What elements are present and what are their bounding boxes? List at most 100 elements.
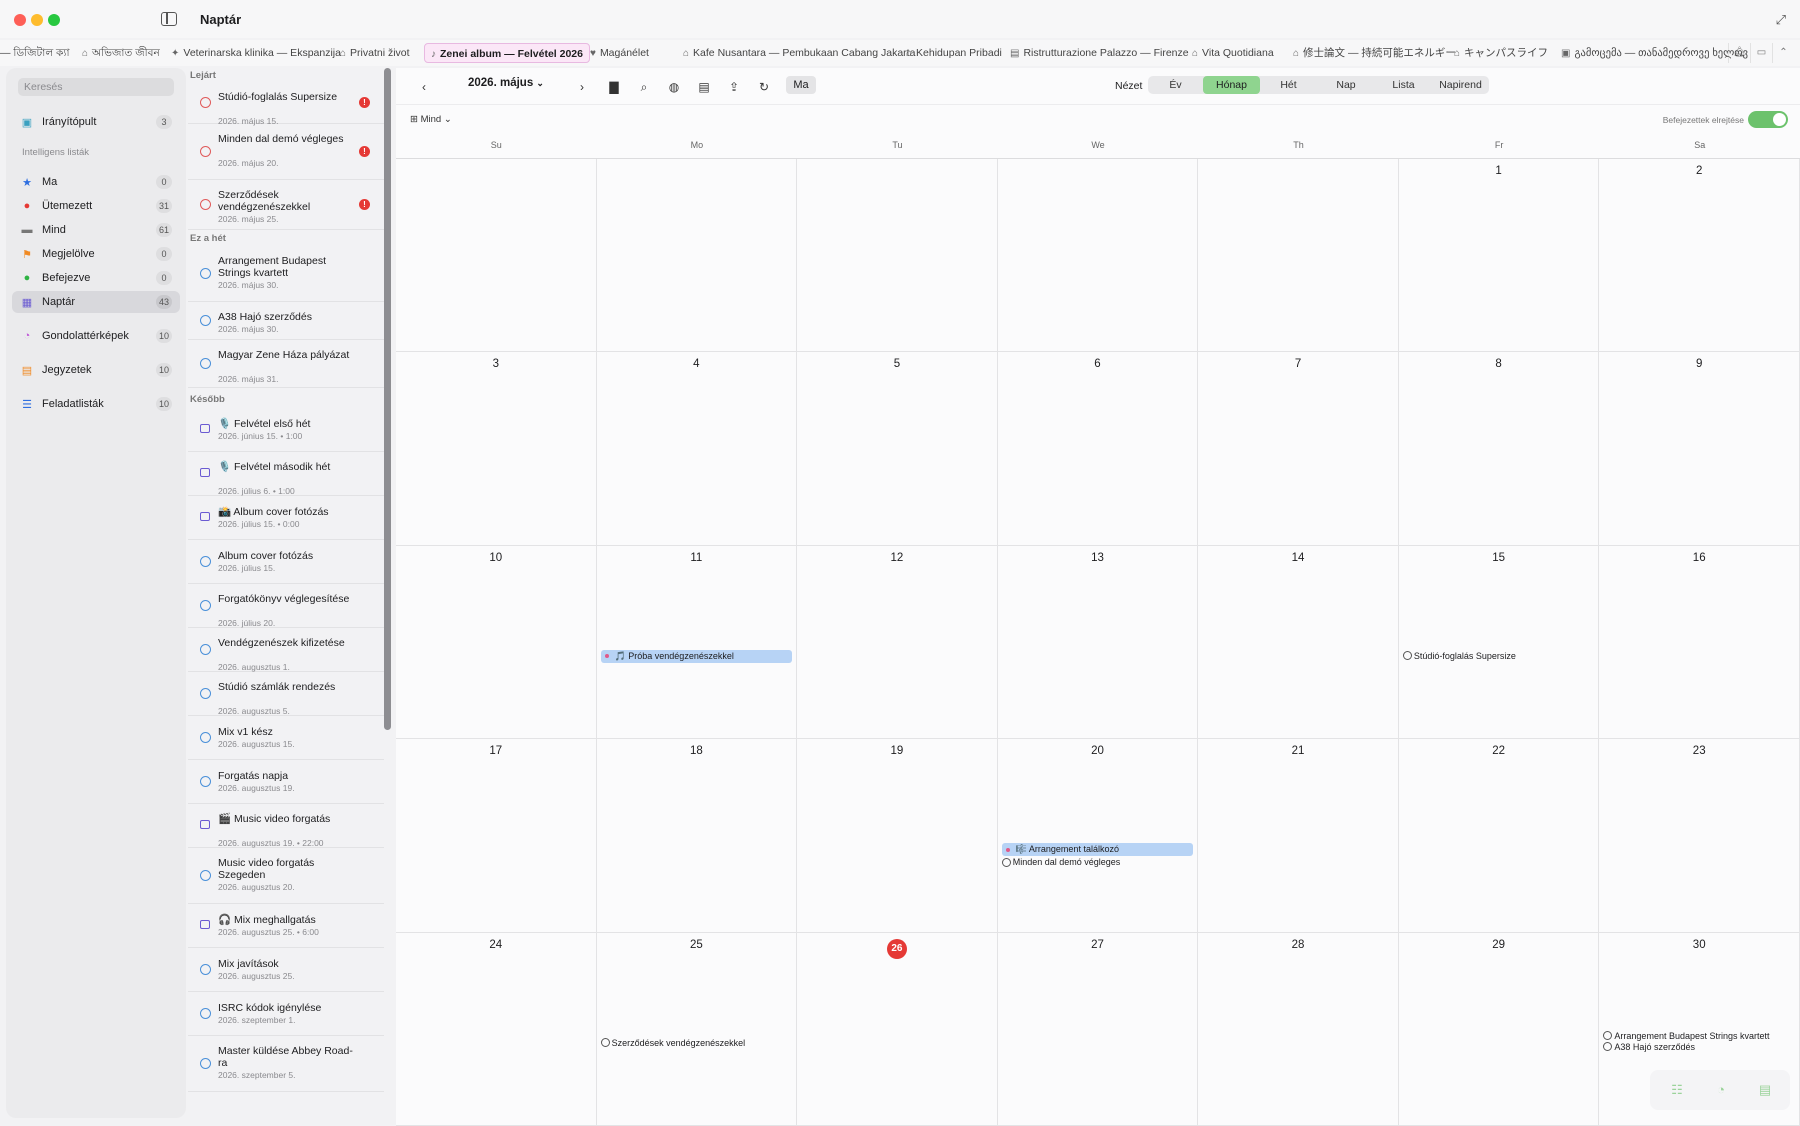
task-row[interactable]: Szerződések vendégzenészekkel 2026. május… <box>188 180 384 230</box>
task-circle-icon[interactable] <box>200 1008 211 1019</box>
tab-project[interactable]: ▣ გამოცემა — თანამედროვე ხელოვ <box>1555 43 1748 63</box>
task-row[interactable]: Stúdió számlák rendezés 2026. augusztus 5… <box>188 672 384 716</box>
task-circle-icon[interactable] <box>200 964 211 975</box>
view-tab-5[interactable]: Napirend <box>1432 76 1489 94</box>
tab-project[interactable]: — ডিজিটাল ক্যা <box>0 43 76 63</box>
tab-project[interactable]: ♥ Magánélet <box>584 43 655 63</box>
sidebar-item-dashboard[interactable]: ▣ Irányítópult 3 <box>12 111 180 133</box>
task-circle-icon[interactable] <box>200 688 211 699</box>
tab-project[interactable]: ⌂ Kehidupan Pribadi <box>900 43 1008 63</box>
sidebar-item-other-0[interactable]: ◔ Gondolattérképek 10 <box>12 325 180 347</box>
task-circle-icon[interactable] <box>200 600 211 611</box>
sidebar-item-0[interactable]: ★ Ma 0 <box>12 171 180 193</box>
view-tab-0[interactable]: Év <box>1148 76 1203 94</box>
tab-project[interactable]: ⌂ Kafe Nusantara — Pembukaan Cabang Jakar… <box>677 43 921 63</box>
search-icon[interactable]: ⌕ <box>636 78 652 96</box>
day-cell[interactable]: 11 🎵 Próba vendégzenészekkel <box>596 545 798 740</box>
day-cell[interactable]: 8 <box>1398 352 1600 546</box>
minimize-window-button[interactable] <box>31 14 43 26</box>
day-cell[interactable] <box>997 159 1199 353</box>
calendar-event[interactable]: 🎼 Arrangement találkozó <box>1001 843 1194 857</box>
day-cell[interactable]: 26 <box>797 932 998 1126</box>
calendar-event-icon[interactable] <box>200 468 210 477</box>
task-row[interactable]: A38 Hajó szerződés 2026. május 30. <box>188 302 384 340</box>
day-cell[interactable]: 20 🎼 Arrangement találkozó Minden dal demó… <box>997 739 1199 933</box>
sidebar-item-3[interactable]: ⚑ Megjelölve 0 <box>12 243 180 265</box>
calendar-task[interactable]: Szerződések vendégzenészekkel <box>600 1037 745 1049</box>
tab-project[interactable]: ♪ Zenei album — Felvétel 2026 <box>424 43 590 63</box>
stats-icon[interactable]: ▇ <box>606 78 622 96</box>
day-cell[interactable]: 19 <box>797 739 998 933</box>
day-cell[interactable]: 24 <box>396 932 597 1126</box>
overdue-circle-icon[interactable] <box>200 97 211 108</box>
day-cell[interactable]: 1 <box>1398 159 1600 353</box>
day-cell[interactable] <box>797 159 998 353</box>
search-input[interactable]: Keresés <box>18 78 174 96</box>
task-row[interactable]: Minden dal demó végleges 2026. május 20.! <box>188 124 384 180</box>
task-row[interactable]: Mix v1 kész 2026. augusztus 15. <box>188 716 384 760</box>
view-tab-1[interactable]: Hónap <box>1203 76 1260 94</box>
sidebar-item-5[interactable]: ▦ Naptár 43 <box>12 291 180 313</box>
day-cell[interactable]: 9 <box>1599 352 1800 546</box>
day-cell[interactable]: 3 <box>396 352 597 546</box>
sidebar-toggle-icon[interactable] <box>161 12 177 26</box>
task-row[interactable]: 🎧 Mix meghallgatás 2026. augusztus 25. • … <box>188 904 384 948</box>
calendar-task[interactable]: A38 Hajó szerződés <box>1603 1041 1695 1053</box>
day-cell[interactable]: 14 <box>1198 545 1399 740</box>
task-circle-icon[interactable] <box>200 556 211 567</box>
calendar-task[interactable]: Minden dal demó végleges <box>1001 856 1120 868</box>
overdue-circle-icon[interactable] <box>200 146 211 157</box>
task-circle-icon[interactable] <box>200 315 211 326</box>
sidebar-item-other-2[interactable]: ☰ Feladatlisták 10 <box>12 393 180 415</box>
sidebar-item-other-1[interactable]: ▤ Jegyzetek 10 <box>12 359 180 381</box>
day-cell[interactable]: 6 <box>997 352 1199 546</box>
sidebar-item-1[interactable]: ● Ütemezett 31 <box>12 195 180 217</box>
tab-project[interactable]: ⌂ 修士論文 — 持続可能エネルギー <box>1287 43 1462 63</box>
tab-project[interactable]: ⌂ অভিজাত জীবন <box>76 43 166 63</box>
panel-icon[interactable]: ▭ <box>1750 43 1772 63</box>
day-cell[interactable]: 23 <box>1599 739 1800 933</box>
task-row[interactable]: Forgatókönyv véglegesítése 2026. július 2… <box>188 584 384 628</box>
task-row[interactable]: 📸 Album cover fotózás 2026. július 15. • … <box>188 496 384 540</box>
palette-icon[interactable]: ◍ <box>666 78 682 96</box>
task-list-scrollbar[interactable] <box>384 68 391 730</box>
previous-month-icon[interactable]: ‹ <box>416 78 432 96</box>
task-row[interactable]: Arrangement Budapest Strings kvartett 202… <box>188 246 384 302</box>
day-cell[interactable]: 22 <box>1398 739 1600 933</box>
day-cell[interactable]: 7 <box>1198 352 1399 546</box>
day-cell[interactable] <box>396 159 597 353</box>
task-row[interactable]: Master küldése Abbey Road-ra 2026. szepte… <box>188 1036 384 1092</box>
day-cell[interactable]: 15 Stúdió-foglalás Supersize <box>1398 545 1600 740</box>
calendar-event[interactable]: 🎵 Próba vendégzenészekkel <box>600 649 793 663</box>
chevron-up-icon[interactable]: ⌃ <box>1772 43 1794 63</box>
day-cell[interactable]: 17 <box>396 739 597 933</box>
calendar-event-icon[interactable] <box>200 920 210 929</box>
task-row[interactable]: Mix javítások 2026. augusztus 25. <box>188 948 384 992</box>
calendar-event-icon[interactable] <box>200 820 210 829</box>
task-row[interactable]: Forgatás napja 2026. augusztus 19. <box>188 760 384 804</box>
calendar-event-icon[interactable] <box>200 512 210 521</box>
month-picker[interactable]: 2026. május ⌄ <box>468 77 544 89</box>
sidebar-item-4[interactable]: ● Befejezve 0 <box>12 267 180 289</box>
tab-project[interactable]: ⌂ Vita Quotidiana <box>1186 43 1280 63</box>
checklist-icon[interactable]: ☷ <box>1668 1082 1686 1098</box>
day-cell[interactable]: 27 <box>997 932 1199 1126</box>
view-tab-3[interactable]: Nap <box>1317 76 1375 94</box>
fullscreen-icon[interactable]: ⤢ <box>1776 12 1786 28</box>
today-button[interactable]: Ma <box>786 76 816 94</box>
task-circle-icon[interactable] <box>200 870 211 881</box>
tab-project[interactable]: ⌂ キャンパスライフ <box>1448 43 1554 63</box>
task-row[interactable]: Vendégzenészek kifizetése 2026. augusztus… <box>188 628 384 672</box>
task-circle-icon[interactable] <box>200 644 211 655</box>
day-cell[interactable] <box>1198 159 1399 353</box>
day-cell[interactable]: 4 <box>596 352 798 546</box>
day-cell[interactable]: 13 <box>997 545 1199 740</box>
task-circle-icon[interactable] <box>200 732 211 743</box>
zoom-window-button[interactable] <box>48 14 60 26</box>
tab-project[interactable]: ✦ Veterinarska klinika — Ekspanzija <box>165 43 347 63</box>
task-circle-icon[interactable] <box>200 358 211 369</box>
day-cell[interactable]: 28 <box>1198 932 1399 1126</box>
day-cell[interactable] <box>596 159 798 353</box>
mindmap-icon[interactable]: ◔ <box>1712 1082 1730 1098</box>
day-cell[interactable]: 5 <box>797 352 998 546</box>
